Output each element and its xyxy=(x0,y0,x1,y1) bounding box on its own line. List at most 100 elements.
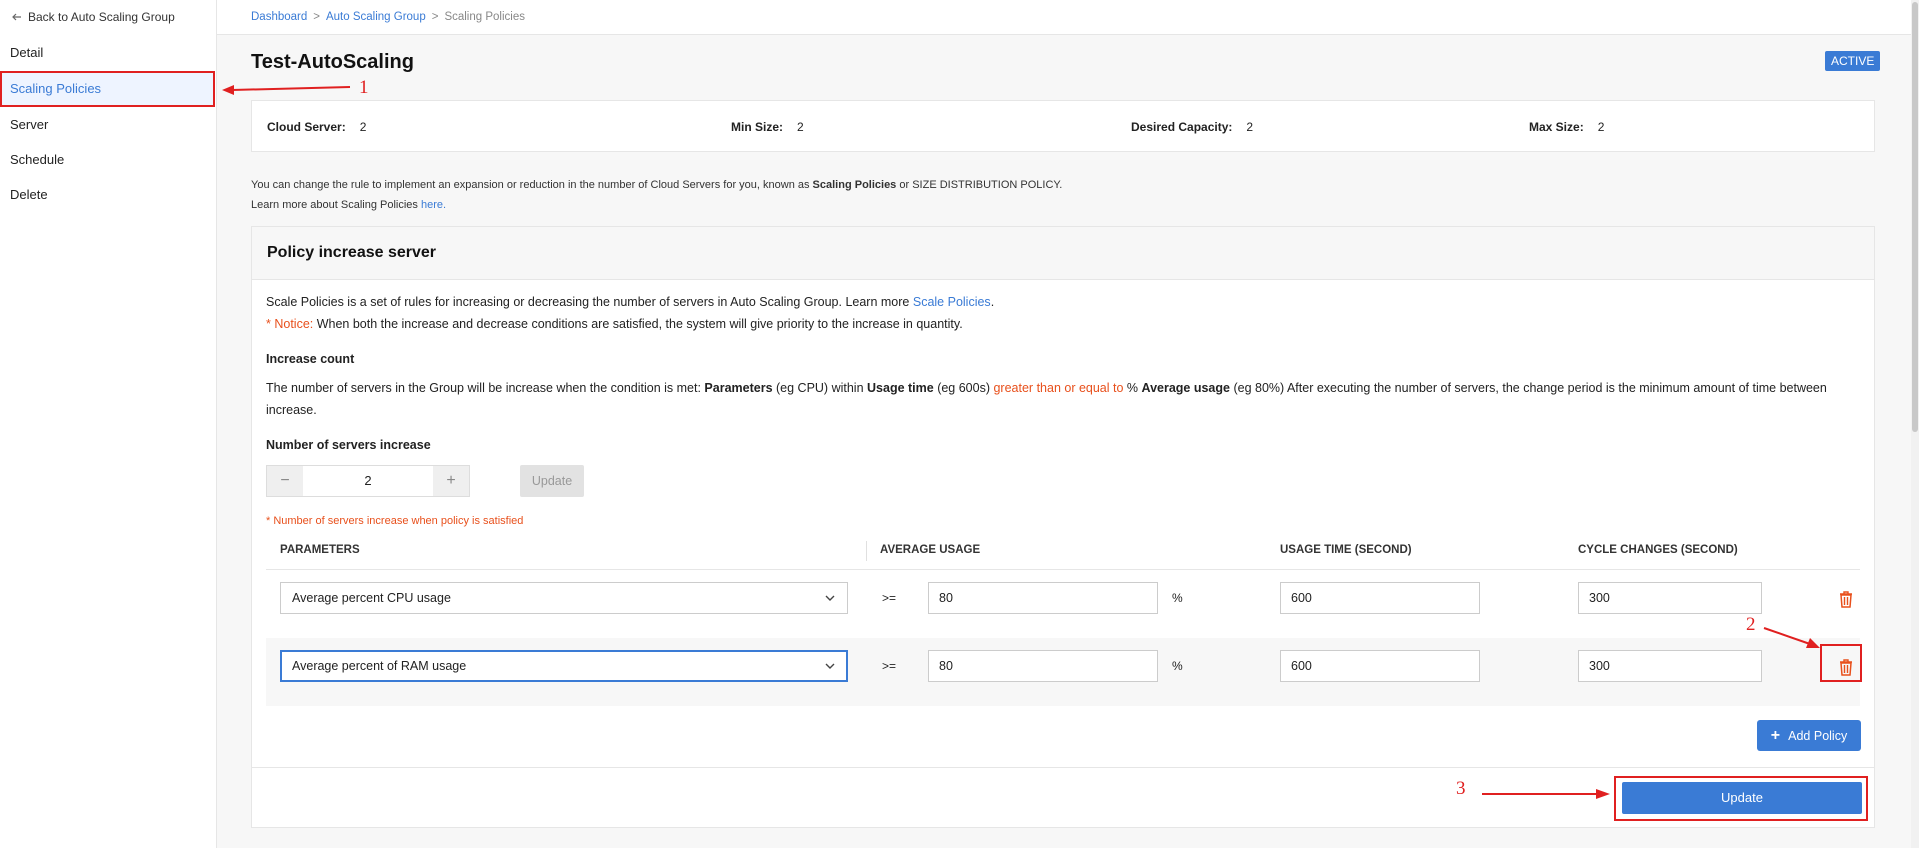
table-header: PARAMETERS AVERAGE USAGE USAGE TIME (SEC… xyxy=(266,533,1860,570)
rule-parameters: Parameters xyxy=(704,381,773,395)
usage-time-input[interactable]: 600 xyxy=(1280,650,1480,682)
learn-more-link[interactable]: here. xyxy=(421,199,446,211)
table-row: Average percent CPU usage >= 80 % 600 30… xyxy=(266,570,1860,638)
col-cycle-changes: CYCLE CHANGES (SECOND) xyxy=(1578,544,1738,556)
increase-rule: The number of servers in the Group will … xyxy=(266,377,1866,421)
sidebar-item-server[interactable]: Server xyxy=(0,108,214,142)
average-usage-input[interactable]: 80 xyxy=(928,582,1158,614)
usage-time-input[interactable]: 600 xyxy=(1280,582,1480,614)
rule-text: (eg 80%) After executing the number of s… xyxy=(1229,381,1827,395)
info-max-size-label: Max Size: xyxy=(1529,120,1584,134)
rule-gte: greater than or equal to xyxy=(993,381,1124,395)
info-max-size: Max Size: 2 xyxy=(1529,120,1604,134)
breadcrumb: Dashboard > Auto Scaling Group > Scaling… xyxy=(251,11,525,23)
cycle-changes-input[interactable]: 300 xyxy=(1578,582,1762,614)
trash-icon[interactable] xyxy=(1838,658,1854,676)
chevron-down-icon xyxy=(825,651,835,693)
table-row: Average percent of RAM usage >= 80 % 600… xyxy=(266,638,1860,706)
increase-count-title: Increase count xyxy=(266,352,355,366)
policy-notice: * Notice: When both the increase and dec… xyxy=(266,313,963,335)
annotation-label-3: 3 xyxy=(1456,778,1466,799)
rule-text: (eg CPU) within xyxy=(772,381,868,395)
annotation-label-2: 2 xyxy=(1746,614,1756,635)
topbar: Dashboard > Auto Scaling Group > Scaling… xyxy=(217,0,1919,35)
stepper-increment-button[interactable]: + xyxy=(433,466,469,496)
add-policy-label: Add Policy xyxy=(1788,728,1848,743)
rule-text: increase. xyxy=(266,403,317,417)
servers-increase-stepper: − 2 + xyxy=(266,465,470,497)
sidebar-item-detail[interactable]: Detail xyxy=(0,36,214,70)
breadcrumb-dashboard[interactable]: Dashboard xyxy=(251,11,307,23)
page-title: Test-AutoScaling xyxy=(251,51,414,73)
sidebar-item-schedule[interactable]: Schedule xyxy=(0,143,214,177)
stepper-decrement-button[interactable]: − xyxy=(267,466,303,496)
description: You can change the rule to implement an … xyxy=(251,175,1062,215)
info-card: Cloud Server: 2 Min Size: 2 Desired Capaci… xyxy=(251,100,1875,152)
breadcrumb-current: Scaling Policies xyxy=(444,11,525,23)
info-min-size-value: 2 xyxy=(797,120,804,134)
percent-unit: % xyxy=(1172,591,1183,605)
info-cloud-server-value: 2 xyxy=(359,120,367,134)
col-usage-time: USAGE TIME (SECOND) xyxy=(1280,544,1412,556)
rule-text: The number of servers in the Group will … xyxy=(266,381,705,395)
back-link[interactable]: Back to Auto Scaling Group xyxy=(12,10,175,24)
sidebar-item-scaling-policies[interactable]: Scaling Policies xyxy=(0,72,214,106)
rule-text: % xyxy=(1123,381,1142,395)
trash-icon[interactable] xyxy=(1838,590,1854,608)
arrow-left-icon xyxy=(12,13,21,21)
update-button[interactable]: Update xyxy=(1622,782,1862,814)
breadcrumb-auto-scaling-group[interactable]: Auto Scaling Group xyxy=(326,11,426,23)
stepper-hint: * Number of servers increase when policy… xyxy=(266,515,524,527)
parameter-select[interactable]: Average percent of RAM usage xyxy=(280,650,848,682)
stepper-value[interactable]: 2 xyxy=(303,466,433,496)
policy-header: Policy increase server xyxy=(252,227,1874,280)
update-count-button[interactable]: Update xyxy=(520,465,584,497)
average-usage-input[interactable]: 80 xyxy=(928,650,1158,682)
info-min-size: Min Size: 2 xyxy=(731,120,804,134)
desc-line1-b: Scaling Policies xyxy=(812,179,897,191)
sidebar-item-delete[interactable]: Delete xyxy=(0,178,214,212)
notice-label: * Notice: xyxy=(266,317,314,331)
rule-usage-time: Usage time xyxy=(867,381,934,395)
servers-increase-title: Number of servers increase xyxy=(266,438,431,452)
info-min-size-label: Min Size: xyxy=(731,120,784,134)
info-desired-label: Desired Capacity: xyxy=(1131,120,1233,134)
divider xyxy=(252,767,1874,768)
col-average-usage: AVERAGE USAGE xyxy=(880,544,981,556)
policy-intro-text: Scale Policies is a set of rules for inc… xyxy=(266,295,913,309)
add-policy-button[interactable]: + Add Policy xyxy=(1757,720,1861,751)
chevron-down-icon xyxy=(825,583,835,625)
breadcrumb-separator: > xyxy=(313,11,320,23)
percent-unit: % xyxy=(1172,659,1183,673)
status-badge: ACTIVE xyxy=(1825,51,1881,71)
column-divider xyxy=(866,541,867,561)
scrollbar-thumb[interactable] xyxy=(1912,2,1918,432)
rule-average-usage: Average usage xyxy=(1141,381,1230,395)
policy-intro: Scale Policies is a set of rules for inc… xyxy=(266,291,994,313)
parameter-select[interactable]: Average percent CPU usage xyxy=(280,582,848,614)
policy-intro-end: . xyxy=(990,295,995,309)
sidebar: Back to Auto Scaling Group Detail Scalin… xyxy=(0,0,217,848)
scrollbar[interactable] xyxy=(1911,0,1919,848)
cycle-changes-input[interactable]: 300 xyxy=(1578,650,1762,682)
notice-text: When both the increase and decrease cond… xyxy=(313,317,963,331)
desc-line1-c: or SIZE DISTRIBUTION POLICY. xyxy=(896,179,1063,191)
back-link-label: Back to Auto Scaling Group xyxy=(28,10,175,24)
desc-line1-a: You can change the rule to implement an … xyxy=(251,179,813,191)
operator: >= xyxy=(882,591,897,605)
plus-icon: + xyxy=(1770,726,1781,744)
info-cloud-server-label: Cloud Server: xyxy=(267,120,346,134)
rule-text: (eg 600s) xyxy=(933,381,994,395)
col-parameters: PARAMETERS xyxy=(280,544,360,556)
parameter-select-value: Average percent of RAM usage xyxy=(292,659,467,673)
desc-line2-a: Learn more about Scaling Policies xyxy=(251,199,421,211)
scale-policies-link[interactable]: Scale Policies xyxy=(913,295,991,309)
operator: >= xyxy=(882,659,897,673)
parameter-select-value: Average percent CPU usage xyxy=(292,591,451,605)
policy-heading: Policy increase server xyxy=(267,244,437,261)
info-desired-capacity: Desired Capacity: 2 xyxy=(1131,120,1253,134)
info-cloud-server: Cloud Server: 2 xyxy=(267,120,366,134)
annotation-arrow-1 xyxy=(222,85,351,95)
breadcrumb-separator: > xyxy=(431,11,439,23)
info-desired-value: 2 xyxy=(1246,120,1254,134)
